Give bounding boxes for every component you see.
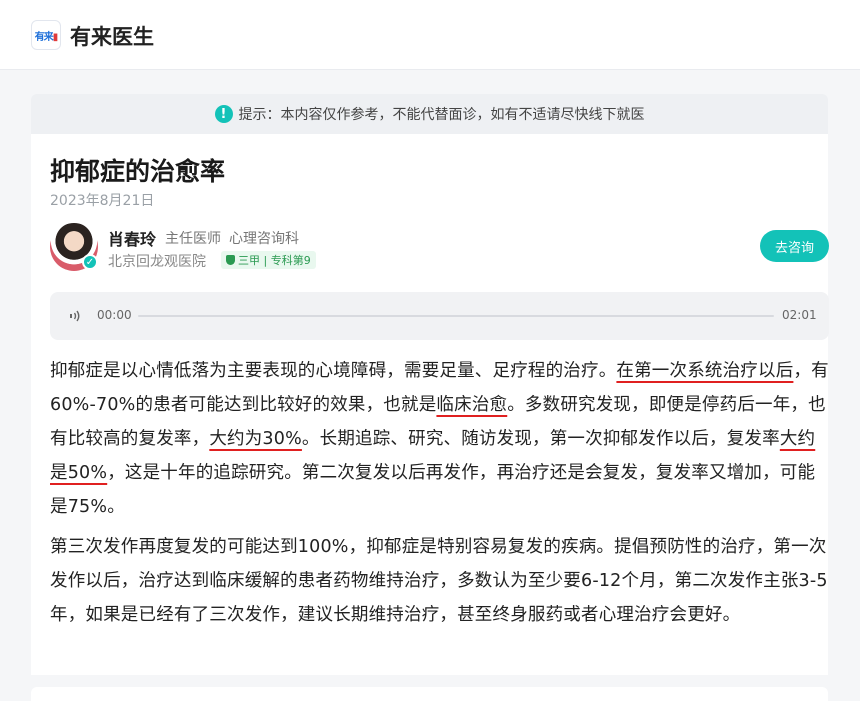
audio-progress-track[interactable]: [138, 315, 774, 317]
audio-duration: 02:01: [782, 308, 817, 322]
top-bar: 有来▮ 有来医生: [0, 0, 860, 70]
article-card: 抑郁症的治愈率 2023年8月21日 ✓ 肖春玲 主任医师 心理咨询科 北京回龙观…: [31, 134, 829, 675]
shield-icon: [226, 255, 235, 265]
audio-current-time: 00:00: [97, 308, 132, 322]
doctor-department: 心理咨询科: [229, 231, 299, 247]
hospital-grade-text: 三甲 | 专科第9: [238, 254, 311, 267]
verified-check-icon: ✓: [82, 254, 98, 270]
highlight-underline: 在第一次系统治疗以后: [616, 361, 794, 381]
article-paragraph: 抑郁症是以心情低落为主要表现的心境障碍，需要足量、足疗程的治疗。在第一次系统治疗…: [50, 361, 829, 517]
doctor-title: 主任医师: [165, 231, 221, 247]
doctor-name[interactable]: 肖春玲: [108, 226, 156, 250]
disclaimer-banner: ! 提示：本内容仅作参考，不能代替面诊，如有不适请尽快线下就医: [31, 94, 828, 134]
article-title: 抑郁症的治愈率: [50, 157, 226, 186]
brand-name[interactable]: 有来医生: [70, 21, 154, 51]
highlight-underline: 临床治愈: [436, 395, 508, 415]
next-card: [31, 687, 828, 701]
exclamation-icon: !: [214, 105, 233, 123]
logo[interactable]: 有来▮: [31, 20, 61, 50]
article-paragraph: 第三次发作再度复发的可能达到100%，抑郁症是特别容易复发的疾病。提倡预防性的治…: [50, 537, 828, 625]
doctor-meta: 主任医师 心理咨询科: [165, 228, 299, 248]
logo-mark: 有来▮: [34, 31, 58, 43]
speaker-icon[interactable]: [67, 308, 81, 324]
audio-player: 00:00 02:01: [50, 292, 829, 340]
consult-button[interactable]: 去咨询: [760, 230, 829, 262]
disclaimer-text: 提示：本内容仅作参考，不能代替面诊，如有不适请尽快线下就医: [238, 107, 645, 123]
doctor-hospital: 北京回龙观医院: [108, 254, 206, 270]
highlight-underline: 大约为30%: [209, 429, 302, 449]
hospital-grade-badge: 三甲 | 专科第9: [221, 251, 316, 269]
article-date: 2023年8月21日: [50, 193, 155, 209]
